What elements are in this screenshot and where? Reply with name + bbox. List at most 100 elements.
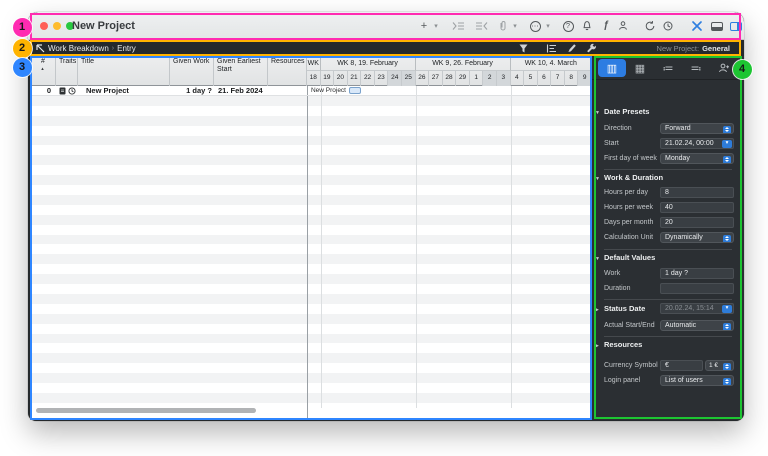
add-icon[interactable]: + — [417, 19, 431, 33]
gantt-day-header: 26 — [416, 71, 430, 86]
row-stripe — [30, 313, 592, 324]
column-header-resources[interactable]: Resources — [268, 56, 307, 86]
section-disclosure-icon[interactable]: ▼ — [595, 256, 600, 262]
gantt-day-header: 1 — [470, 71, 484, 86]
gantt-task-bar[interactable] — [348, 87, 361, 94]
duration-field[interactable] — [660, 283, 734, 294]
row-stripe — [30, 383, 592, 393]
section-disclosure-icon[interactable]: ▶ — [595, 307, 599, 313]
section-divider — [604, 249, 732, 250]
tab-plan-settings[interactable]: ▥ — [598, 59, 626, 77]
work-breakdown-view[interactable]: # ▴ Traits Title Given Work Given Earliest St… — [30, 56, 592, 420]
add-chevron-icon[interactable]: ▾ — [432, 19, 440, 33]
direction-popup[interactable]: Forward — [660, 123, 734, 134]
start-field[interactable]: 21.02.24, 00:00 ▾ — [660, 138, 734, 149]
status-date-date-dropdown-icon[interactable]: ▾ — [722, 305, 732, 313]
breadcrumb-view[interactable]: Work Breakdown — [48, 44, 109, 53]
currency-symbol-unit-popup[interactable]: 1 € — [705, 360, 734, 371]
section-header-date-presets[interactable]: Date Presets — [604, 107, 649, 116]
section-disclosure-icon[interactable]: ▶ — [595, 343, 599, 349]
toggle-bottom-panel-icon[interactable] — [710, 19, 724, 33]
row-stripe — [30, 393, 592, 403]
toggle-right-panel-icon[interactable] — [729, 19, 743, 33]
currency-symbol-field[interactable]: € — [660, 360, 703, 371]
attachment-icon[interactable] — [496, 19, 510, 33]
history-clock-icon[interactable] — [661, 19, 675, 33]
hours-per-week-field[interactable]: 40 — [660, 202, 734, 213]
hours-per-day-field[interactable]: 8 — [660, 187, 734, 198]
row-title[interactable]: New Project — [86, 86, 168, 96]
filter-icon[interactable] — [517, 42, 530, 54]
actual-start-end-popup[interactable]: Automatic — [660, 320, 734, 331]
more-glyph: ⋯ — [529, 20, 541, 32]
first-day-of-week-popup[interactable]: Monday — [660, 153, 734, 164]
label-days-per-month: Days per month — [604, 219, 654, 226]
label-start: Start — [604, 140, 619, 147]
tools-icon[interactable] — [690, 19, 704, 33]
user-icon[interactable] — [616, 19, 630, 33]
more-icon[interactable]: ⋯ — [528, 19, 542, 33]
minimize-window-button[interactable] — [53, 22, 61, 30]
section-header-resources[interactable]: Resources — [604, 340, 642, 349]
horizontal-scrollbar[interactable] — [36, 408, 256, 413]
sync-icon[interactable] — [643, 19, 657, 33]
view-toolbar: Work Breakdown › Entry New Project: Gener… — [28, 40, 744, 56]
status-date-field[interactable]: 20.02.24, 15:14 ▾ — [660, 303, 734, 314]
column-header-title[interactable]: Title — [78, 56, 170, 86]
project-settings-label[interactable]: New Project: General — [657, 44, 730, 53]
section-header-default-values[interactable]: Default Values — [604, 253, 655, 262]
gantt-day-header: 19 — [321, 71, 335, 86]
format-list-icon[interactable] — [545, 42, 558, 54]
row-stripe — [30, 96, 592, 106]
more-chevron-icon[interactable]: ▾ — [544, 19, 552, 33]
calculation-unit-popup[interactable]: Dynamically — [660, 232, 734, 243]
gantt-day-header: 28 — [443, 71, 457, 86]
column-header-num[interactable]: # ▴ — [30, 56, 56, 86]
annotation-marker-4: 4 — [732, 59, 752, 79]
tab-calendar[interactable]: ▦ — [626, 59, 654, 77]
settings-wrench-icon[interactable] — [585, 42, 598, 54]
project-label-value: General — [702, 44, 730, 53]
start-date-dropdown-icon[interactable]: ▾ — [722, 140, 732, 148]
indent-icon[interactable] — [451, 19, 465, 33]
days-per-month-field[interactable]: 20 — [660, 217, 734, 228]
column-header-given-earliest-start[interactable]: Given Earliest Start — [214, 56, 268, 86]
row-stripe — [30, 105, 592, 116]
section-disclosure-icon[interactable]: ▼ — [595, 110, 600, 116]
gantt-week-gridline — [510, 86, 512, 408]
gantt-day-header: 2 — [483, 71, 497, 86]
section-disclosure-icon[interactable]: ▼ — [595, 176, 600, 182]
work-field[interactable]: 1 day ? — [660, 268, 734, 279]
close-window-button[interactable] — [40, 22, 48, 30]
section-header-work-duration[interactable]: Work & Duration — [604, 173, 663, 182]
row-stripe — [30, 244, 592, 255]
outdent-icon[interactable] — [474, 19, 488, 33]
row-stripe — [30, 145, 592, 156]
breadcrumb-item[interactable]: Entry — [117, 44, 136, 53]
row-given-work[interactable]: 1 day ? — [170, 86, 212, 96]
attachment-chevron-icon[interactable]: ▾ — [511, 19, 519, 33]
tab-outline-options[interactable]: ≕ — [682, 59, 710, 77]
gantt-week-gridline — [415, 86, 417, 408]
row-stripe — [30, 363, 592, 374]
help-icon[interactable]: ? — [561, 19, 575, 33]
view-selector-icon[interactable] — [34, 42, 47, 54]
stepper-icon — [723, 155, 731, 163]
login-panel-popup[interactable]: List of users — [660, 375, 734, 386]
row-stripe — [30, 284, 592, 294]
tab-list[interactable]: ≔ — [654, 59, 682, 77]
column-header-traits[interactable]: Traits — [56, 56, 78, 86]
row-given-earliest-start[interactable]: 21. Feb 2024 — [218, 86, 268, 96]
row-stripe — [30, 175, 592, 186]
note-trait-icon — [59, 87, 66, 95]
function-icon[interactable]: ƒ — [599, 19, 613, 33]
gantt-bar-label: New Project — [310, 87, 346, 94]
column-header-given-work[interactable]: Given Work — [170, 56, 214, 86]
breadcrumb[interactable]: Work Breakdown › Entry — [48, 44, 136, 53]
gantt-day-header: 20 — [334, 71, 348, 86]
section-header-status-date[interactable]: Status Date — [604, 304, 645, 313]
gantt-start-gridline — [306, 56, 308, 420]
notifications-bell-icon[interactable] — [580, 19, 594, 33]
table-row[interactable]: 0 New Project 1 day ? 21. Feb 2024 New P… — [30, 86, 592, 96]
style-brush-icon[interactable] — [565, 42, 578, 54]
